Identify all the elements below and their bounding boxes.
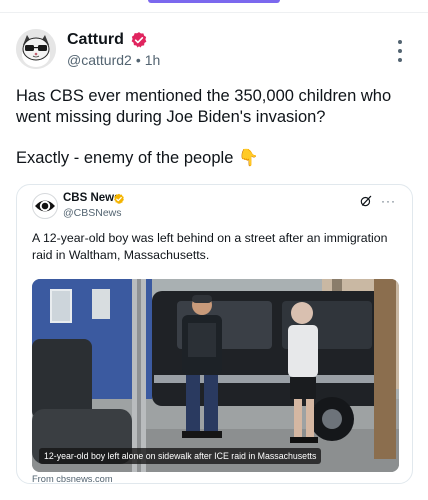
dot [398, 40, 402, 44]
post-meta: @catturd2 • 1h [67, 51, 160, 69]
post-text-line: Has CBS ever mentioned the 350,000 child… [16, 87, 392, 105]
dot [398, 58, 402, 62]
media-caption: 12-year-old boy left alone on sidewalk a… [39, 448, 322, 464]
quoted-handle[interactable]: @CBSNews [63, 207, 122, 219]
dot [398, 49, 402, 53]
handle[interactable]: @catturd2 [67, 52, 132, 68]
top-accent-bar [148, 0, 280, 3]
post-text-line: Exactly - enemy of the people 👇 [16, 148, 412, 169]
gold-verified-icon [113, 192, 125, 204]
meta-separator: • [135, 52, 141, 68]
more-horizontal-icon[interactable]: ··· [381, 194, 396, 208]
cbs-logo-avatar[interactable] [32, 193, 58, 219]
avatar[interactable] [16, 29, 56, 69]
post-text-line: went missing during Joe Biden's invasion… [16, 108, 326, 126]
quoted-actions: ··· [359, 194, 396, 208]
post[interactable]: Catturd @catturd2 • 1h Has CBS ever mentio… [0, 13, 428, 500]
quoted-post-card[interactable]: CBS News @CBSNews ··· A 12-year-old boy … [16, 184, 413, 484]
timestamp[interactable]: 1h [145, 52, 161, 68]
post-text-line-3: Exactly - enemy of the people [16, 149, 234, 167]
link-source[interactable]: From cbsnews.com [32, 474, 113, 483]
quoted-author-name[interactable]: CBS News [63, 192, 121, 204]
grok-icon[interactable] [359, 194, 373, 208]
pointing-down-icon: 👇 [237, 149, 259, 167]
scene-illustration [32, 279, 399, 472]
quoted-media-image[interactable]: 12-year-old boy left alone on sidewalk a… [32, 279, 399, 472]
more-vertical-icon[interactable] [394, 40, 406, 62]
quoted-text: A 12-year-old boy was left behind on a s… [32, 231, 388, 262]
post-text: Has CBS ever mentioned the 350,000 child… [16, 86, 412, 169]
author-name[interactable]: Catturd [67, 30, 124, 50]
verified-badge-icon [130, 31, 148, 49]
